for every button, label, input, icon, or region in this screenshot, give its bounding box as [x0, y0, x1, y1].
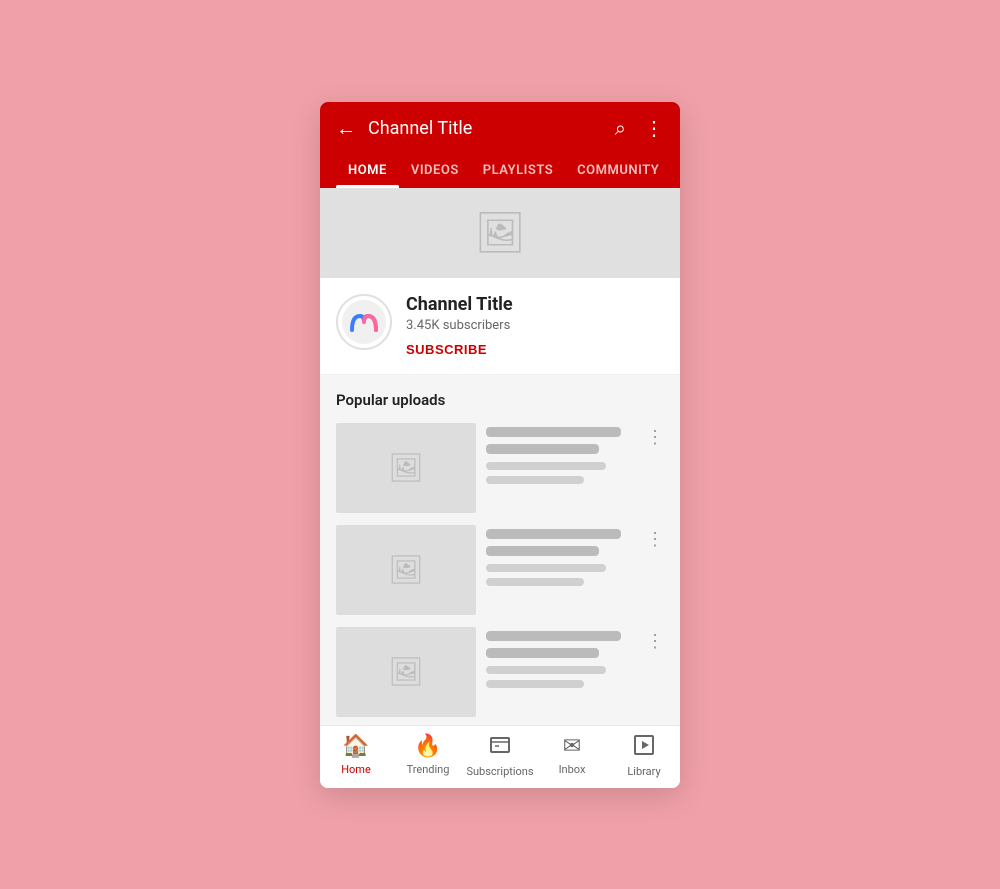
video-meta-line-2	[486, 476, 584, 484]
tab-videos[interactable]: VIDEOS	[399, 153, 471, 188]
subscribers-count: 3.45K subscribers	[406, 318, 664, 333]
channel-meta: Channel Title 3.45K subscribers SUBSCRIB…	[406, 294, 664, 358]
trending-icon: 🔥	[414, 734, 441, 759]
library-nav-label: Library	[627, 765, 660, 778]
video-item[interactable]: 🖼 ⋮	[336, 423, 664, 513]
video-thumbnail: 🖼	[336, 423, 476, 513]
video-list: 🖼 ⋮ 🖼	[336, 423, 664, 717]
video-meta-line-2	[486, 578, 584, 586]
video-title-line-2	[486, 444, 599, 454]
trending-nav-label: Trending	[407, 763, 450, 776]
thumbnail-placeholder-icon: 🖼	[388, 451, 424, 484]
inbox-icon: ✉	[563, 734, 581, 759]
top-bar-left: ← Channel Title	[336, 116, 472, 141]
video-item[interactable]: 🖼 ⋮	[336, 525, 664, 615]
bottom-nav: 🏠 Home 🔥 Trending Subscriptions ✉ Inbox	[320, 725, 680, 788]
banner-placeholder-icon: 🖼	[475, 209, 526, 256]
video-meta-lines	[486, 462, 636, 484]
channel-banner: 🖼	[320, 188, 680, 278]
top-bar-right: ⌕ ⋮	[615, 116, 664, 140]
video-more-icon[interactable]: ⋮	[646, 427, 664, 448]
video-meta-line-1	[486, 564, 606, 572]
video-thumbnail: 🖼	[336, 627, 476, 717]
nav-item-inbox[interactable]: ✉ Inbox	[536, 734, 608, 778]
video-title-line-1	[486, 529, 621, 539]
section-title: Popular uploads	[336, 391, 664, 409]
video-details	[486, 423, 636, 490]
back-icon[interactable]: ←	[336, 116, 356, 141]
subscriptions-icon	[489, 734, 511, 761]
thumbnail-placeholder-icon: 🖼	[388, 655, 424, 688]
channel-name: Channel Title	[406, 294, 664, 315]
video-meta-line-1	[486, 462, 606, 470]
home-nav-label: Home	[341, 763, 371, 776]
avatar	[336, 294, 392, 350]
search-icon[interactable]: ⌕	[615, 116, 626, 140]
content-area: Popular uploads 🖼 ⋮	[320, 375, 680, 725]
video-details	[486, 525, 636, 592]
tab-home[interactable]: HOME	[336, 153, 399, 188]
tabs: HOME VIDEOS PLAYLISTS COMMUNITY	[336, 153, 664, 188]
channel-info: Channel Title 3.45K subscribers SUBSCRIB…	[320, 278, 680, 375]
home-icon: 🏠	[342, 734, 369, 759]
more-icon[interactable]: ⋮	[644, 116, 664, 140]
video-more-icon[interactable]: ⋮	[646, 529, 664, 550]
nav-item-subscriptions[interactable]: Subscriptions	[464, 734, 536, 778]
video-title-line-1	[486, 427, 621, 437]
video-item[interactable]: 🖼 ⋮	[336, 627, 664, 717]
video-meta-line-2	[486, 680, 584, 688]
video-meta-lines	[486, 564, 636, 586]
tab-playlists[interactable]: PLAYLISTS	[471, 153, 565, 188]
nav-item-trending[interactable]: 🔥 Trending	[392, 734, 464, 778]
tab-community[interactable]: COMMUNITY	[565, 153, 671, 188]
video-details	[486, 627, 636, 694]
video-more-icon[interactable]: ⋮	[646, 631, 664, 652]
video-meta-line-1	[486, 666, 606, 674]
subscriptions-nav-label: Subscriptions	[466, 765, 533, 778]
top-bar: ← Channel Title ⌕ ⋮ HOME VIDEOS PLAYLIST…	[320, 102, 680, 188]
thumbnail-placeholder-icon: 🖼	[388, 553, 424, 586]
video-thumbnail: 🖼	[336, 525, 476, 615]
phone-frame: ← Channel Title ⌕ ⋮ HOME VIDEOS PLAYLIST…	[320, 102, 680, 788]
top-bar-channel-title: Channel Title	[368, 118, 472, 139]
nav-item-home[interactable]: 🏠 Home	[320, 734, 392, 778]
subscribe-button[interactable]: SUBSCRIBE	[406, 342, 487, 357]
video-meta-lines	[486, 666, 636, 688]
video-title-line-1	[486, 631, 621, 641]
video-title-line-2	[486, 546, 599, 556]
inbox-nav-label: Inbox	[559, 763, 586, 776]
nav-item-library[interactable]: Library	[608, 734, 680, 778]
video-title-line-2	[486, 648, 599, 658]
library-icon	[633, 734, 655, 761]
